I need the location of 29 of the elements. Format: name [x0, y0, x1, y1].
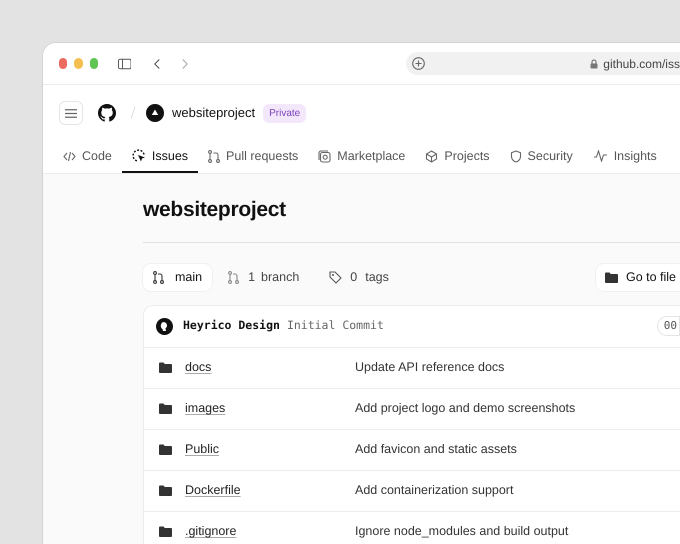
commit-author[interactable]: Heyrico Design [183, 317, 280, 335]
nav-tab[interactable]: Insights [582, 141, 667, 173]
nav-tab[interactable]: Marketplace [308, 141, 416, 173]
go-to-file-button[interactable]: Go to file [596, 264, 680, 290]
nav-tab[interactable]: Pull requests [198, 141, 308, 173]
file-name-link[interactable]: images [185, 399, 355, 418]
commit-message[interactable]: Initial Commit [286, 317, 384, 335]
file-name-link[interactable]: docs [185, 358, 355, 377]
nav-tab[interactable]: Issues [122, 141, 198, 173]
commit-message: Update API reference docs [355, 359, 504, 376]
file-name-link[interactable]: .gitignore [185, 522, 355, 541]
address-bar[interactable]: github.com/iss [406, 52, 680, 75]
nav-tab[interactable]: Code [53, 141, 122, 173]
page-title: websiteproject [143, 197, 287, 223]
branches-link[interactable]: 1 branch [228, 268, 300, 286]
repo-name[interactable]: websiteproject [172, 103, 256, 123]
commit-message: Add containerization support [355, 482, 514, 500]
nav-tab[interactable]: Projects [415, 141, 500, 173]
file-name-link[interactable]: Dockerfile [185, 481, 355, 500]
file-name-link[interactable]: Public [185, 440, 355, 459]
visibility-badge: Private [263, 104, 306, 122]
commit-message: Ignore node_modules and build output [355, 523, 568, 540]
nav-tab[interactable]: Security [500, 141, 583, 173]
commit-message: Add project logo and demo screenshots [355, 400, 576, 418]
tags-link[interactable]: 0 tags [329, 268, 389, 286]
commit-hash[interactable]: 00 [656, 316, 680, 336]
commit-message: Add favicon and static assets [355, 441, 517, 458]
url-text: github.com/iss [603, 56, 680, 72]
branch-selector[interactable]: main [143, 264, 212, 290]
